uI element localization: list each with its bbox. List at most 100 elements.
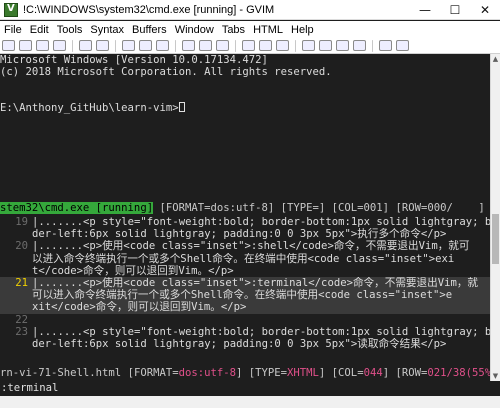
status-type-label: ] [TYPE= — [236, 367, 288, 379]
editor-line: der-left:6px solid lightgray; padding:0 … — [0, 228, 490, 240]
find-prev-icon[interactable] — [216, 40, 229, 51]
save-icon[interactable] — [19, 40, 32, 51]
editor-line: der-left:6px solid lightgray; padding:0 … — [0, 338, 490, 350]
menu-tabs[interactable]: Tabs — [218, 24, 249, 36]
line-text: der-left:6px solid lightgray; padding:0 … — [32, 228, 447, 241]
terminal-status-tail: ] — [452, 202, 485, 214]
scrollbar-thumb[interactable] — [492, 214, 499, 264]
line-text: xit</code>命令，则可以退回到Vim。</p> — [32, 301, 247, 314]
status-type-value: XHTML — [287, 367, 319, 379]
horizontal-scrollbar-area[interactable] — [0, 396, 500, 408]
editor-line: 以进入命令终端执行一个或多个Shell命令。在终端中使用<code class=… — [0, 253, 490, 265]
line-number — [0, 228, 32, 240]
line-number — [0, 265, 32, 277]
scroll-down-arrow-icon[interactable]: ▼ — [491, 371, 500, 381]
editor-line: 23 |.......<p style="font-weight:bold; bo… — [0, 326, 490, 338]
terminal-line: (c) 2018 Microsoft Corporation. All righ… — [0, 66, 332, 78]
run-script-icon[interactable] — [276, 40, 289, 51]
status-row-label: ] [ROW= — [382, 367, 428, 379]
terminal-line: Microsoft Windows [Version 10.0.17134.47… — [0, 54, 268, 66]
line-text: der-left:6px solid lightgray; padding:0 … — [32, 338, 447, 351]
menu-edit[interactable]: Edit — [26, 24, 53, 36]
line-text: |.......<p style="font-weight:bold; bord… — [32, 325, 490, 338]
toolbar-separator — [72, 39, 73, 52]
editor-line: 20 |.......<p>使用<code class="inset">:shel… — [0, 240, 490, 252]
editor-current-line: 可以进入命令终端执行一个或多个Shell命令。在终端中使用<code class… — [0, 289, 490, 302]
terminal-status-line: stem32\cmd.exe [running] [FORMAT=dos:utf… — [0, 202, 490, 215]
menu-syntax[interactable]: Syntax — [86, 24, 128, 36]
editor-buffer-name: rn-vi-71-Shell.html — [0, 367, 122, 379]
save-all-icon[interactable] — [36, 40, 49, 51]
window-title: !C:\WINDOWS\system32\cmd.exe [running] -… — [23, 3, 275, 16]
editor-current-line: xit</code>命令，则可以退回到Vim。</p> — [0, 301, 490, 314]
undo-icon[interactable] — [79, 40, 92, 51]
line-number — [0, 301, 32, 313]
toolbar — [0, 38, 500, 54]
terminal-buffer-name: stem32\cmd.exe [running] — [0, 202, 154, 214]
line-text — [32, 314, 490, 326]
scroll-up-arrow-icon[interactable]: ▲ — [491, 54, 500, 64]
menu-file[interactable]: File — [0, 24, 26, 36]
toolbar-separator — [115, 39, 116, 52]
redo-icon[interactable] — [96, 40, 109, 51]
toolbar-separator — [295, 39, 296, 52]
terminal-cursor — [178, 102, 185, 112]
close-button[interactable]: ✕ — [470, 0, 500, 20]
print-icon[interactable] — [53, 40, 66, 51]
line-text: 以进入命令终端执行一个或多个Shell命令。在终端中使用<code class=… — [32, 252, 455, 265]
terminal-status-info: [FORMAT=dos:utf-8] [TYPE=] [COL=001] [RO… — [153, 202, 453, 214]
line-number: 20 — [15, 240, 28, 253]
line-text: |.......<p>使用<code class="inset">:termin… — [32, 277, 479, 290]
menu-tools[interactable]: Tools — [53, 24, 87, 36]
find-replace-icon[interactable] — [182, 40, 195, 51]
paste-icon[interactable] — [156, 40, 169, 51]
command-line[interactable]: :terminal — [0, 381, 500, 395]
editor-line: 19 |.......<p style="font-weight:bold; bo… — [0, 216, 490, 228]
jump-tag-icon[interactable] — [353, 40, 366, 51]
line-text: |.......<p>使用<code class="inset">:shell<… — [32, 240, 470, 253]
editor-line: t</code>命令，则可以退回到Vim。</p> — [0, 265, 490, 277]
status-row-value: 021/38(55%) — [427, 367, 490, 379]
run-ctags-icon[interactable] — [336, 40, 349, 51]
editor-line: 22 — [0, 314, 490, 326]
vertical-scrollbar[interactable]: ▲ ▼ — [490, 54, 500, 381]
shell-icon[interactable] — [319, 40, 332, 51]
find-help-icon[interactable] — [396, 40, 409, 51]
save-session-icon[interactable] — [259, 40, 272, 51]
terminal-pane[interactable]: Microsoft Windows [Version 10.0.17134.47… — [0, 54, 490, 202]
status-col-value: 044 — [363, 367, 383, 379]
load-session-icon[interactable] — [242, 40, 255, 51]
status-format-label: [FORMAT= — [121, 367, 179, 379]
editor-pane[interactable]: 19 |.......<p style="font-weight:bold; bo… — [0, 216, 490, 367]
help-icon[interactable] — [379, 40, 392, 51]
menu-buffers[interactable]: Buffers — [128, 24, 171, 36]
editor-current-line: 21 |.......<p>使用<code class="inset">:term… — [0, 277, 490, 290]
find-next-icon[interactable] — [199, 40, 212, 51]
current-line-number: 21 — [15, 277, 28, 290]
menu-bar: File Edit Tools Syntax Buffers Window Ta… — [0, 21, 500, 38]
toolbar-separator — [372, 39, 373, 52]
make-icon[interactable] — [302, 40, 315, 51]
minimize-button[interactable]: — — [410, 0, 440, 20]
line-number — [0, 338, 32, 350]
maximize-button[interactable]: ☐ — [440, 0, 470, 20]
line-number — [0, 253, 32, 265]
line-number — [0, 289, 32, 301]
title-bar[interactable]: !C:\WINDOWS\system32\cmd.exe [running] -… — [0, 0, 500, 20]
menu-html[interactable]: HTML — [249, 24, 287, 36]
line-number: 22 — [15, 313, 28, 326]
terminal-prompt-line: E:\Anthony_GitHub\learn-vim> — [0, 102, 490, 114]
line-number: 23 — [15, 325, 28, 338]
open-icon[interactable] — [2, 40, 15, 51]
copy-icon[interactable] — [139, 40, 152, 51]
toolbar-separator — [235, 39, 236, 52]
menu-window[interactable]: Window — [171, 24, 218, 36]
line-number: 19 — [15, 216, 28, 228]
cut-icon[interactable] — [122, 40, 135, 51]
status-col-label: ] [COL= — [318, 367, 364, 379]
terminal-prompt: E:\Anthony_GitHub\learn-vim> — [0, 102, 179, 114]
editor-status-line: rn-vi-71-Shell.html [FORMAT=dos:utf-8] [… — [0, 367, 490, 380]
menu-help[interactable]: Help — [287, 24, 318, 36]
